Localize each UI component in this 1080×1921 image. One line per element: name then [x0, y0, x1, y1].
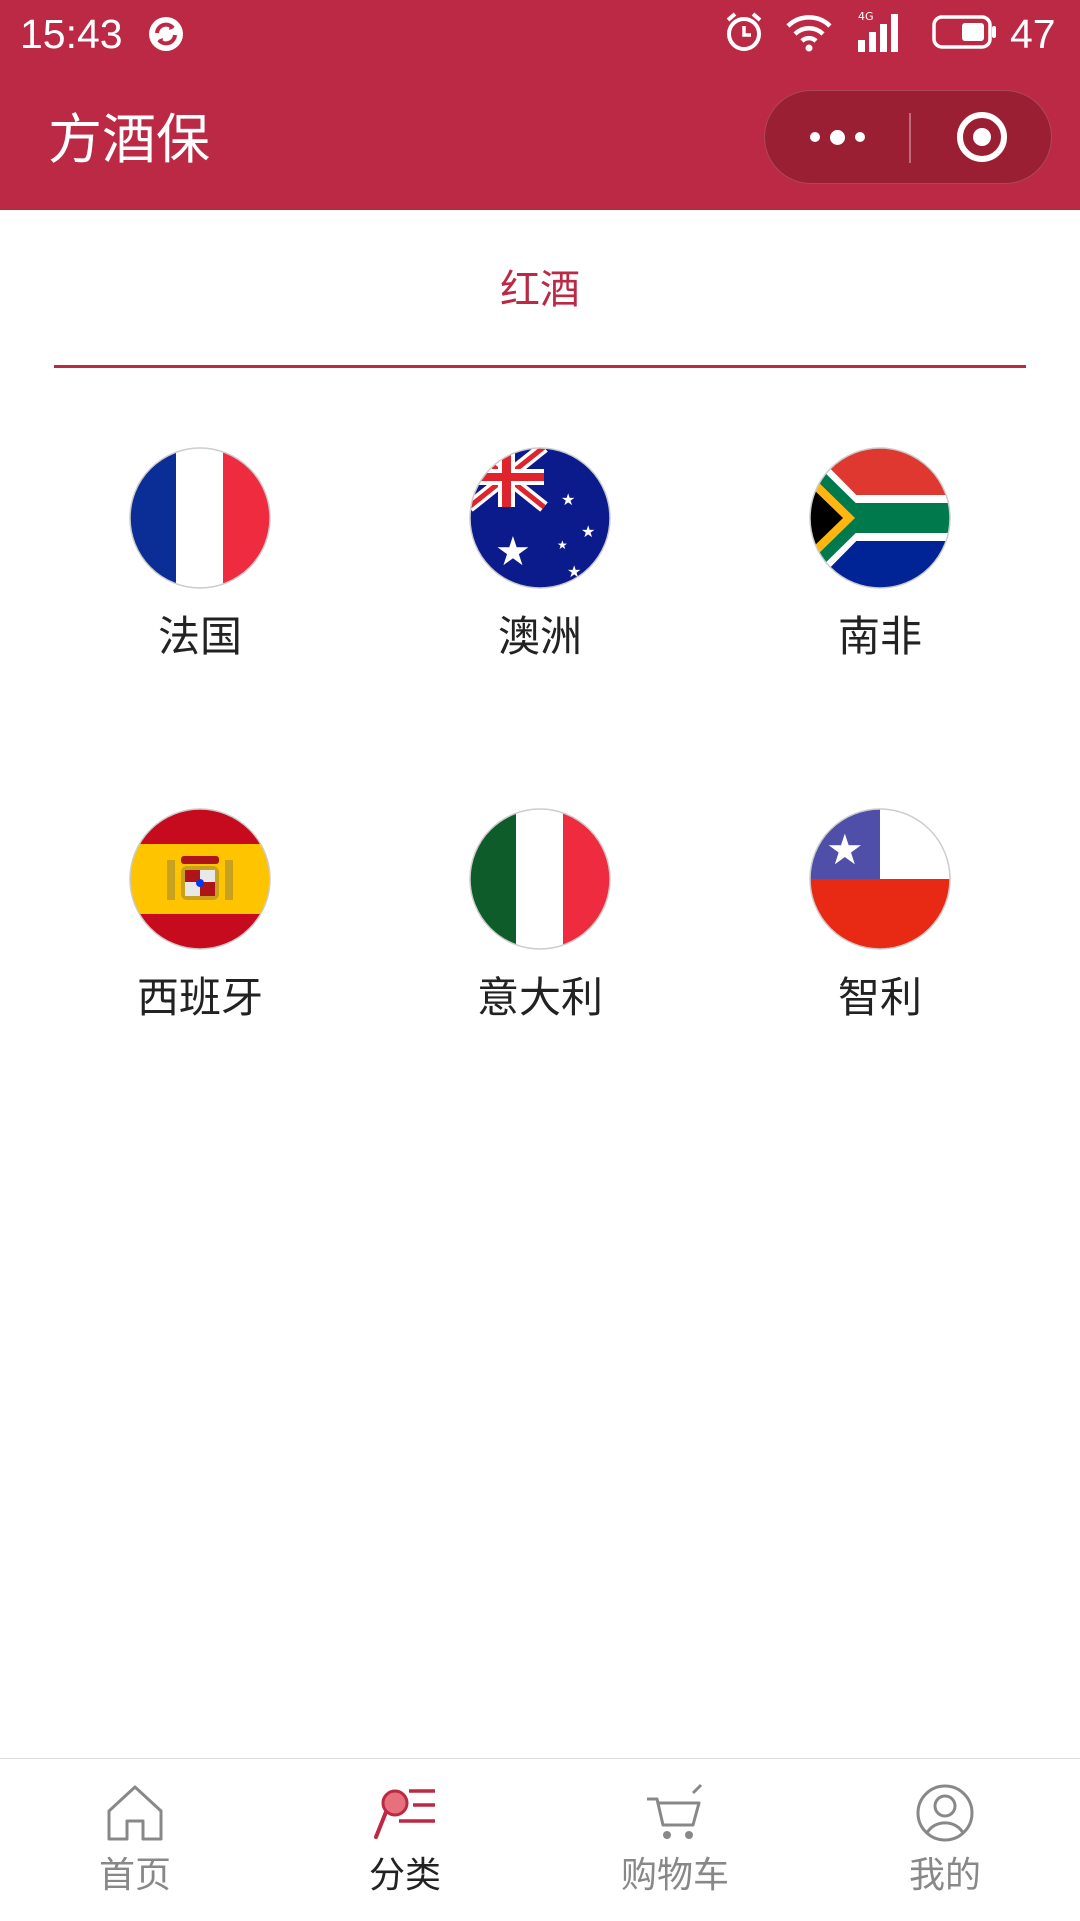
tab-label: 首页 [98, 1855, 171, 1896]
signal-icon: 4G [858, 10, 898, 52]
tab-category[interactable]: 分类 [270, 1759, 540, 1921]
wifi-icon [786, 15, 832, 52]
tab-label: 分类 [368, 1855, 441, 1896]
svg-text:4G: 4G [858, 10, 874, 23]
svg-text:★: ★ [581, 522, 595, 541]
italy-flag-icon [469, 808, 611, 950]
country-item-australia[interactable]: ★ ★ ★ ★ ★ 澳洲 [390, 447, 690, 667]
category-tab-red-wine[interactable]: 红酒 [54, 250, 1026, 330]
miniprogram-capsule [764, 90, 1052, 184]
tab-cart[interactable]: 购物车 [540, 1759, 810, 1921]
app-title: 方酒保 [48, 108, 210, 171]
country-name: 法国 [157, 612, 242, 661]
australia-flag-icon: ★ ★ ★ ★ ★ [469, 447, 611, 589]
country-name: 西班牙 [136, 973, 263, 1022]
profile-icon [916, 1784, 974, 1842]
sync-icon [149, 17, 183, 51]
app-header: 15:43 4G 47 方酒保 [0, 0, 1080, 210]
tab-profile[interactable]: 我的 [810, 1759, 1080, 1921]
country-name: 意大利 [476, 973, 603, 1022]
close-button[interactable] [911, 91, 1053, 183]
country-item-spain[interactable]: 西班牙 [50, 808, 350, 1028]
category-tab-underline [54, 365, 1026, 368]
alarm-icon [726, 12, 762, 51]
svg-text:★: ★ [561, 490, 575, 509]
status-time: 15:43 [20, 11, 123, 57]
bottom-tab-bar: 首页 分类 购物车 我的 [0, 1758, 1080, 1921]
cart-icon [647, 1783, 703, 1839]
chile-flag-icon: ★ [809, 808, 951, 950]
country-item-france[interactable]: 法国 [50, 447, 350, 667]
country-name: 南非 [837, 612, 922, 661]
tab-label: 我的 [908, 1855, 981, 1896]
battery-level: 47 [1010, 11, 1056, 57]
battery-icon [932, 15, 996, 49]
more-button[interactable] [765, 91, 909, 183]
country-item-south-africa[interactable]: 南非 [730, 447, 1030, 667]
svg-text:★: ★ [826, 825, 864, 874]
country-item-italy[interactable]: 意大利 [390, 808, 690, 1028]
country-name: 智利 [837, 973, 922, 1022]
country-item-chile[interactable]: ★ 智利 [730, 808, 1030, 1028]
svg-text:★: ★ [567, 562, 581, 581]
tab-label: 购物车 [620, 1855, 729, 1896]
svg-text:★: ★ [557, 538, 568, 552]
svg-text:★: ★ [495, 529, 531, 575]
category-icon [374, 1789, 435, 1839]
more-dots-icon [809, 132, 820, 142]
home-icon [107, 1785, 163, 1841]
france-flag-icon [129, 447, 271, 589]
south-africa-flag-icon [809, 447, 951, 589]
target-close-icon [957, 112, 1007, 162]
country-name: 澳洲 [497, 612, 582, 661]
spain-flag-icon [129, 808, 271, 950]
tab-home[interactable]: 首页 [0, 1759, 270, 1921]
